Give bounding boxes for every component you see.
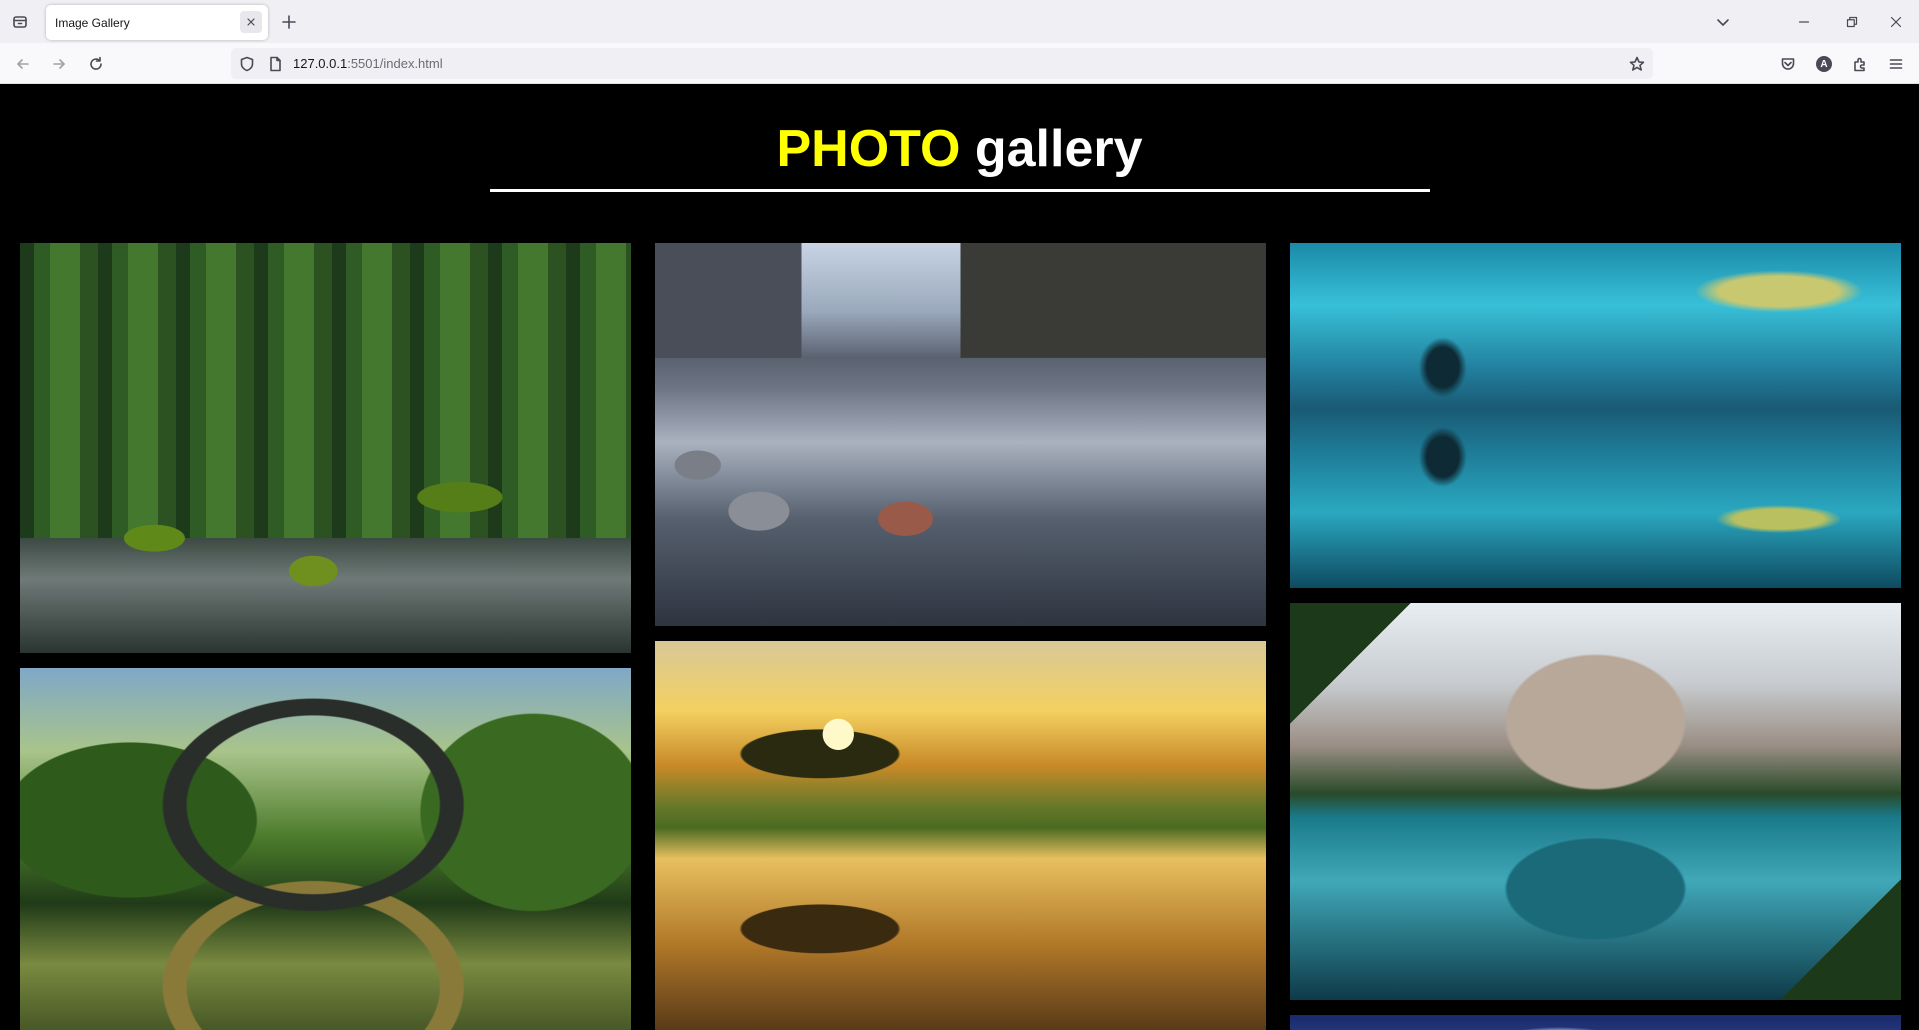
address-bar[interactable]: 127.0.0.1:5501/index.html <box>231 48 1653 79</box>
menu-icon[interactable] <box>1884 52 1908 76</box>
title-underline <box>490 189 1430 192</box>
pocket-icon[interactable] <box>1776 52 1800 76</box>
back-arrow-icon[interactable] <box>11 52 35 76</box>
reload-icon[interactable] <box>84 52 108 76</box>
page-icon[interactable] <box>266 55 284 73</box>
page-title-accent: PHOTO <box>776 120 961 178</box>
url-path: :5501/index.html <box>347 56 443 71</box>
photo-mountain-lake[interactable] <box>1290 603 1901 1000</box>
photo-forest-stream[interactable] <box>20 243 631 653</box>
browser-tab-bar: Image Gallery <box>0 0 1919 43</box>
new-tab-icon[interactable] <box>278 11 300 33</box>
url-text[interactable]: 127.0.0.1:5501/index.html <box>293 56 443 71</box>
close-tab-icon[interactable] <box>240 11 262 33</box>
shield-icon[interactable] <box>238 55 256 73</box>
tab-list-icon[interactable] <box>10 12 30 32</box>
tab-title: Image Gallery <box>55 16 130 30</box>
browser-nav-bar: 127.0.0.1:5501/index.html A <box>0 43 1919 84</box>
bookmark-star-icon[interactable] <box>1628 55 1646 73</box>
forward-arrow-icon[interactable] <box>47 52 71 76</box>
page-title: PHOTO gallery <box>0 123 1919 175</box>
photo-alpine-river[interactable] <box>655 243 1266 626</box>
photo-arch-bridge[interactable] <box>20 668 631 1030</box>
avatar-initial: A <box>1816 56 1832 72</box>
chevron-down-icon[interactable] <box>1711 10 1735 34</box>
page-title-rest: gallery <box>960 120 1143 178</box>
photo-lone-tree-lake[interactable] <box>1290 243 1901 588</box>
photo-night-sky[interactable] <box>1290 1015 1901 1030</box>
account-avatar-icon[interactable]: A <box>1812 52 1836 76</box>
minimize-icon[interactable] <box>1792 10 1816 34</box>
close-window-icon[interactable] <box>1884 10 1908 34</box>
extensions-icon[interactable] <box>1848 52 1872 76</box>
photo-tree-sunset[interactable] <box>655 641 1266 1030</box>
tab-image-gallery[interactable]: Image Gallery <box>46 5 268 40</box>
restore-icon[interactable] <box>1840 10 1864 34</box>
gallery-page: PHOTO gallery <box>0 85 1919 1030</box>
url-host: 127.0.0.1 <box>293 56 348 71</box>
